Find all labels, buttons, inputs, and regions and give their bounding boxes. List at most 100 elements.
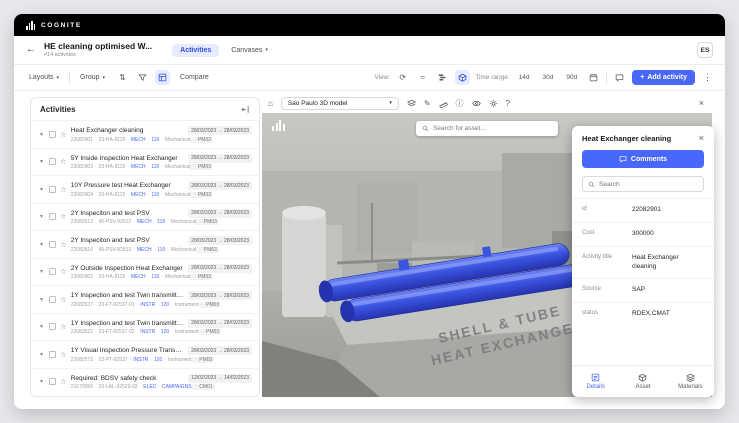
star-icon[interactable]: ☆ — [60, 295, 67, 304]
asset-search-box[interactable] — [416, 121, 558, 136]
activity-id: 22082901 — [70, 136, 93, 143]
gantt-view-button[interactable] — [435, 70, 450, 85]
field-label: Source — [582, 286, 602, 293]
activity-row[interactable]: ▾ ☆ 2Y Outside Inspection Heat Exchanger… — [31, 257, 259, 286]
calendar-button[interactable] — [586, 70, 601, 85]
measure-button[interactable] — [439, 99, 448, 108]
table-view-button[interactable] — [155, 70, 171, 85]
star-icon[interactable]: ☆ — [60, 240, 67, 249]
activity-row[interactable]: ▾ ☆ 10Y Pressure test Heat Exchanger 28/… — [31, 175, 259, 203]
star-icon[interactable]: ☆ — [60, 158, 67, 166]
activity-row[interactable]: ▾ ☆ 2Y Inspeciton and test PSV 28/03/202… — [31, 230, 259, 258]
chevron-down-icon[interactable]: ▾ — [38, 268, 45, 275]
chevron-down-icon[interactable]: ▾ — [38, 241, 45, 248]
star-icon[interactable]: ☆ — [60, 130, 67, 139]
layouts-button[interactable]: Layouts ▾ — [24, 71, 64, 84]
close-viewer-icon[interactable]: × — [697, 98, 706, 108]
compare-button[interactable]: Compare — [175, 71, 214, 84]
filter-button[interactable] — [135, 70, 150, 85]
star-icon[interactable]: ☆ — [60, 213, 67, 221]
activity-pm-badge: PM02 — [190, 136, 214, 143]
activity-checkbox[interactable] — [49, 158, 56, 166]
settings-button[interactable] — [489, 99, 498, 108]
star-icon[interactable]: ☆ — [60, 185, 67, 194]
group-button[interactable]: Group ▾ — [75, 71, 110, 84]
activity-tag: 23-HA-9115 — [93, 192, 126, 198]
activity-code: 110 — [146, 274, 159, 280]
edit-button[interactable]: ✎ — [424, 99, 431, 108]
activity-row-main: 5Y Inside Inspection Heat Exchanger 28/0… — [70, 153, 252, 170]
tab-asset[interactable]: Asset — [619, 373, 666, 390]
range-14d-button[interactable]: 14d — [515, 71, 534, 84]
activity-checkbox[interactable] — [49, 323, 56, 331]
comments-button[interactable]: Comments — [582, 150, 704, 169]
activity-id: 22082903 — [70, 164, 93, 170]
activity-row-line1: Required: BDSV safety check 12/02/2023 →… — [71, 373, 252, 383]
activity-checkbox[interactable] — [49, 378, 56, 386]
add-activity-button[interactable]: + Add activity — [632, 70, 695, 85]
chevron-down-icon[interactable]: ▾ — [38, 351, 45, 358]
curve-view-button[interactable]: ≈ — [415, 70, 430, 85]
chevron-down-icon[interactable]: ▾ — [38, 131, 45, 138]
activity-checkbox[interactable] — [49, 350, 56, 358]
activity-checkbox[interactable] — [49, 240, 56, 248]
activity-row[interactable]: ▾ ☆ 1Y Visual Inspection Pressure Transm… — [31, 340, 259, 368]
activity-type: Mechanical — [165, 219, 196, 225]
star-icon[interactable]: ☆ — [60, 350, 67, 359]
activity-row[interactable]: ▾ ☆ Heat Exchanger cleaning 28/03/2023 →… — [31, 120, 259, 148]
activity-row[interactable]: ▾ ☆ Required: BDSV safety check 12/02/20… — [31, 367, 259, 396]
collapse-panel-icon[interactable] — [241, 105, 250, 114]
home-icon[interactable]: ⌂ — [268, 99, 273, 108]
help-button[interactable]: ? — [506, 99, 510, 108]
activity-checkbox[interactable] — [49, 213, 56, 221]
layers-button[interactable] — [406, 99, 416, 108]
activity-checkbox[interactable] — [49, 295, 56, 303]
chevron-down-icon[interactable]: ▾ — [38, 186, 45, 193]
activity-meta: 22082612 45-PSV-92612 MECH 110 Mechanica… — [71, 219, 252, 225]
chevron-down-icon[interactable]: ▾ — [38, 378, 45, 385]
chevron-down-icon[interactable]: ▾ — [38, 158, 45, 165]
star-icon[interactable]: ☆ — [60, 323, 67, 331]
activity-checkbox[interactable] — [49, 130, 56, 138]
comments-toggle-button[interactable] — [612, 70, 627, 85]
details-search-input[interactable] — [599, 180, 698, 188]
toolbar: Layouts ▾ Group ▾ ⇅ Compare View: ⟳ ≈ Ti… — [14, 64, 725, 91]
tab-details[interactable]: Details — [572, 373, 619, 390]
activity-row[interactable]: ▾ ☆ 1Y Inspection and test Twin transmit… — [31, 285, 259, 313]
info-button[interactable]: ⓘ — [456, 98, 464, 109]
refresh-view-button[interactable]: ⟳ — [395, 70, 410, 85]
tab-canvases[interactable]: Canvases ▾ — [223, 44, 276, 57]
layers-icon — [406, 99, 416, 106]
close-details-icon[interactable]: × — [699, 134, 704, 143]
activity-row[interactable]: ▾ ☆ 2Y Inspeciton and test PSV 28/03/202… — [31, 202, 259, 231]
activity-row[interactable]: ▾ ☆ 5Y Inside Inspection Heat Exchanger … — [31, 147, 259, 176]
model-select[interactable]: Sao Paulo 3D model ▾ — [280, 96, 399, 110]
range-30d-button[interactable]: 30d — [539, 71, 558, 84]
activity-checkbox[interactable] — [49, 268, 56, 276]
activity-type: Instrument — [162, 357, 192, 363]
visibility-button[interactable] — [471, 99, 481, 108]
asset-search-input[interactable] — [433, 125, 552, 132]
activity-tag: 23-FT-92537-01 — [93, 302, 135, 308]
chevron-down-icon[interactable]: ▾ — [38, 323, 45, 330]
more-options-icon[interactable]: ⋮ — [700, 72, 715, 83]
activity-checkbox[interactable] — [49, 185, 56, 193]
tab-activities[interactable]: Activities — [172, 43, 220, 57]
chevron-down-icon[interactable]: ▾ — [38, 296, 45, 303]
chevron-down-icon[interactable]: ▾ — [38, 213, 45, 220]
back-icon[interactable]: ← — [26, 45, 36, 55]
activity-code: 120 — [148, 357, 162, 363]
sort-button[interactable]: ⇅ — [115, 70, 130, 85]
star-icon[interactable]: ☆ — [60, 268, 67, 276]
3d-view-button[interactable] — [455, 70, 471, 85]
details-search-box[interactable] — [582, 176, 704, 193]
filter-icon — [138, 74, 147, 81]
activity-row-line1: 10Y Pressure test Heat Exchanger 28/03/2… — [71, 181, 252, 190]
range-90d-button[interactable]: 90d — [562, 71, 581, 84]
gear-icon — [489, 99, 497, 107]
activity-tag: 23-FT-92537-02 — [93, 329, 135, 335]
star-icon[interactable]: ☆ — [60, 378, 67, 386]
tab-materials[interactable]: Materials — [667, 373, 714, 390]
user-avatar[interactable]: ES — [697, 42, 713, 58]
activity-row[interactable]: ▾ ☆ 1Y Inspection and test Twin transmit… — [31, 312, 259, 341]
